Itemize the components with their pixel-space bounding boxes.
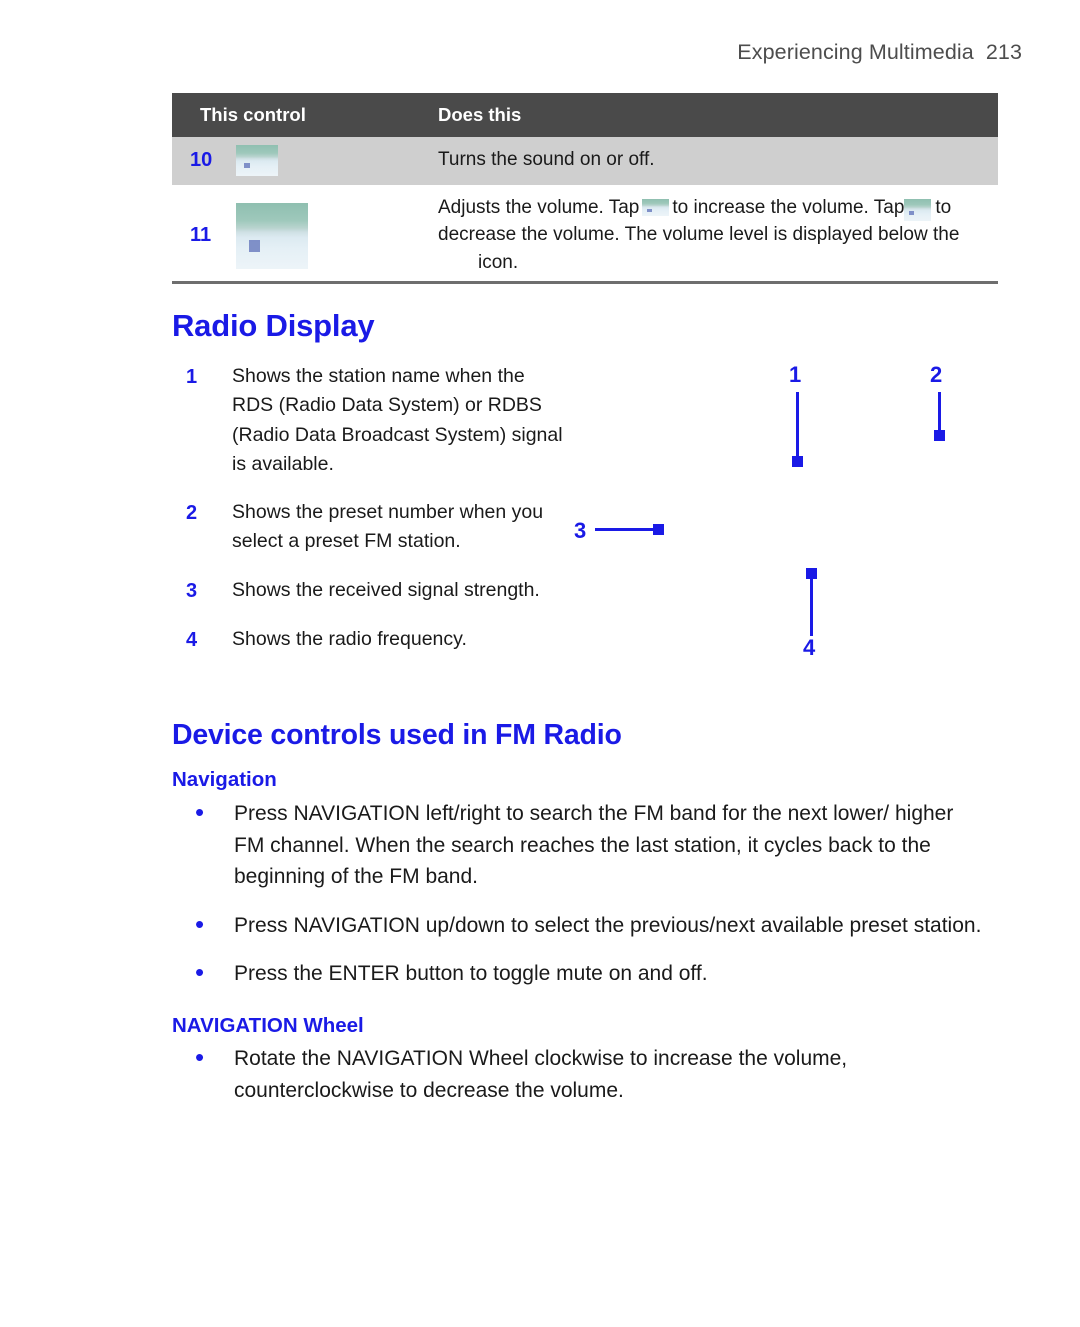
volume-slider-thumbnail-icon [236,202,308,269]
list-item: • Press the ENTER button to toggle mute … [186,958,998,990]
list-item-number: 3 [186,579,198,602]
callout-label-3: 3 [574,518,587,543]
sound-toggle-thumbnail-icon [236,145,278,177]
table-bottom-rule [172,281,998,284]
speaker-thumbnail-icon [438,254,478,272]
bullet-icon: • [195,908,205,939]
callout-leader-line-3 [595,528,658,531]
description-fragment: Adjusts the volume. Tap [438,196,640,218]
volume-up-thumbnail-icon [642,199,670,217]
callout-leader-line-4 [810,576,813,636]
radio-display-list: 1 Shows the station name when the RDS (R… [186,362,566,674]
navigation-bullet-list: • Press NAVIGATION left/right to search … [186,798,998,1007]
column-header-does-this: Does this [438,104,522,125]
callout-endpoint-3 [653,524,664,535]
list-item-number: 1 [186,366,198,388]
subheading-navigation: Navigation [172,768,277,791]
table-row: 11 Adjusts the volume. Tap to increase th… [172,185,998,288]
list-item-number: 4 [186,628,198,651]
list-item: 3 Shows the received signal strength. [186,576,566,606]
table-header-row: This control Does this [172,93,998,137]
description-fragment: icon. [478,251,519,273]
callout-leader-line-2 [938,392,941,434]
list-item: 1 Shows the station name when the RDS (R… [186,362,566,479]
control-number: 11 [190,224,212,247]
list-item: • Press NAVIGATION left/right to search … [186,798,998,893]
list-item: 4 Shows the radio frequency. [186,625,566,655]
section-heading-radio-display: Radio Display [172,308,375,343]
description-fragment: to increase the volume. Tap [672,196,905,218]
running-header: Experiencing Multimedia 213 [737,40,1022,65]
bullet-icon: • [195,957,205,987]
control-table: This control Does this 10 Turns the soun… [172,93,998,287]
page-number: 213 [985,40,1022,64]
control-cell: 11 [172,185,438,288]
bullet-text: Press the ENTER button to toggle mute on… [234,962,708,985]
list-item: • Rotate the NAVIGATION Wheel clockwise … [186,1042,998,1106]
list-item-text: Shows the radio frequency. [232,627,467,650]
bullet-icon: • [195,1042,205,1072]
document-page: Experiencing Multimedia 213 This control … [0,0,1080,1327]
running-header-title: Experiencing Multimedia [737,40,974,64]
navigation-wheel-bullet-list: • Rotate the NAVIGATION Wheel clockwise … [186,1042,998,1123]
control-cell: 10 [172,137,438,185]
control-number: 10 [190,149,213,172]
bullet-text: Rotate the NAVIGATION Wheel clockwise to… [234,1047,848,1102]
callout-leader-line-1 [796,392,799,460]
list-item: • Press NAVIGATION up/down to select the… [186,908,998,942]
section-heading-device-controls: Device controls used in FM Radio [172,719,622,751]
callout-endpoint-1 [792,456,803,467]
list-item-text: Shows the station name when the RDS (Rad… [232,365,563,475]
table-row: 10 Turns the sound on or off. [172,137,998,185]
volume-down-thumbnail-icon [904,198,932,221]
list-item-number: 2 [186,502,198,524]
list-item-text: Shows the received signal strength. [232,578,540,601]
bullet-text: Press NAVIGATION up/down to select the p… [234,913,982,937]
column-header-this-control: This control [200,104,306,125]
callout-label-1: 1 [789,362,802,387]
subheading-navigation-wheel: NAVIGATION Wheel [172,1014,364,1037]
callout-label-4: 4 [803,635,816,660]
list-item-text: Shows the preset number when you select … [232,501,544,553]
list-item: 2 Shows the preset number when you selec… [186,498,566,557]
callout-endpoint-2 [934,430,945,441]
callout-endpoint-4 [806,568,817,579]
control-description: Adjusts the volume. Tap to increase the v… [438,185,998,288]
callout-label-2: 2 [930,362,943,387]
bullet-icon: • [195,797,205,827]
control-description: Turns the sound on or off. [438,149,655,170]
bullet-text: Press NAVIGATION left/right to search th… [234,802,954,888]
